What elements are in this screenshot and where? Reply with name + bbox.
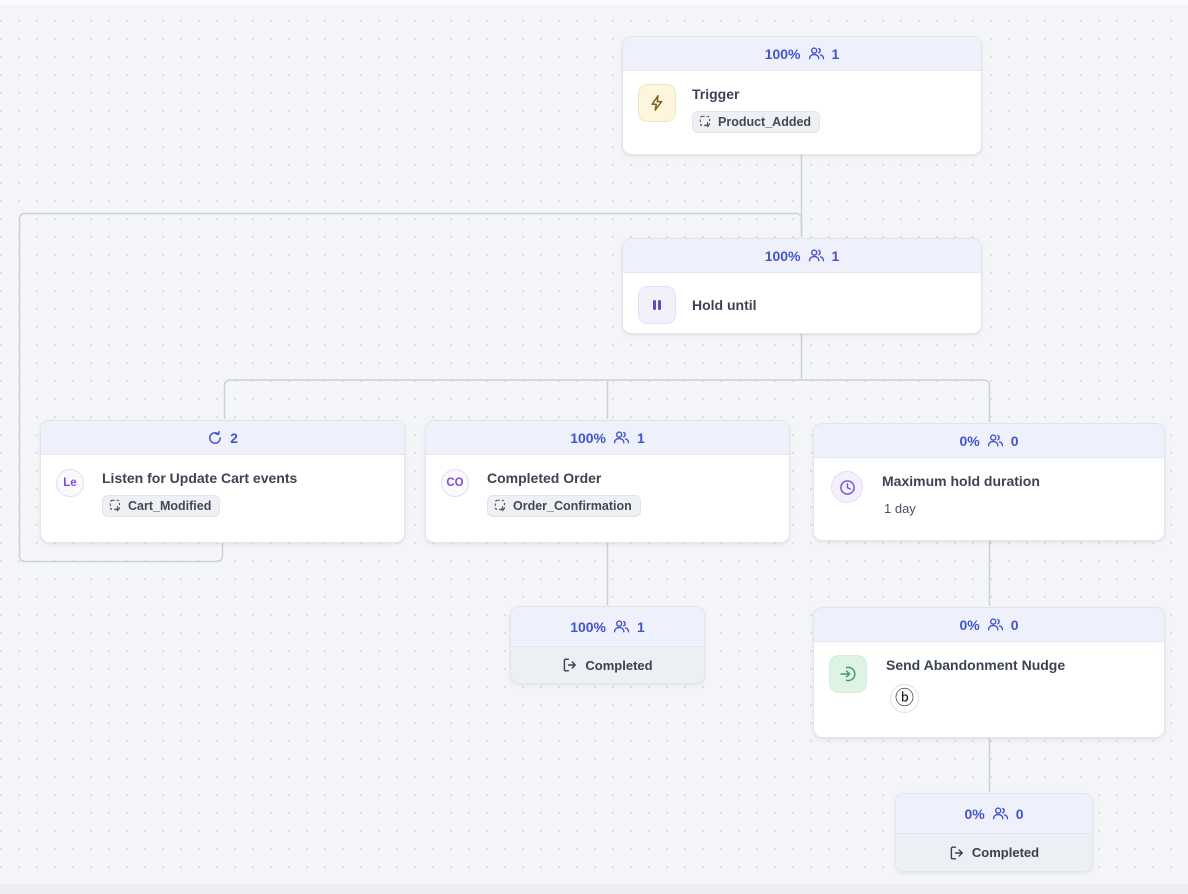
node-maxhold-stats: 0% 0 <box>814 424 1164 458</box>
node-exit-completed-mid[interactable]: 100% 1 Completed <box>510 606 705 684</box>
node-listen-cart-events[interactable]: 2 Le Listen for Update Cart events Cart_… <box>40 420 405 543</box>
node-title: Listen for Update Cart events <box>102 470 297 487</box>
enter-arrow-icon <box>829 655 867 693</box>
dashed-selection-icon <box>699 115 712 128</box>
event-badge: Product_Added <box>692 111 820 133</box>
node-max-hold-duration[interactable]: 0% 0 Maximum hold duration 1 da <box>813 423 1165 541</box>
event-badge: Cart_Modified <box>102 495 220 517</box>
percent-value: 100% <box>765 248 801 264</box>
node-listen-stats: 2 <box>41 421 404 455</box>
count-value: 1 <box>832 46 840 62</box>
event-badge: Order_Confirmation <box>487 495 641 517</box>
node-hold-stats: 100% 1 <box>623 239 981 273</box>
count-value: 0 <box>1011 617 1019 633</box>
percent-value: 0% <box>959 433 979 449</box>
node-completed-order[interactable]: 100% 1 CO Completed Order <box>425 420 790 543</box>
count-value: 0 <box>1016 806 1024 822</box>
node-title: Send Abandonment Nudge <box>886 657 1065 674</box>
percent-value: 100% <box>765 46 801 62</box>
users-icon <box>613 430 630 445</box>
node-title: Completed Order <box>487 470 601 487</box>
count-value: 1 <box>637 430 645 446</box>
node-trigger[interactable]: 100% 1 Trigger <box>622 36 982 155</box>
node-order-stats: 100% 1 <box>426 421 789 455</box>
count-value: 0 <box>1011 433 1019 449</box>
node-send-stats: 0% 0 <box>814 608 1164 642</box>
node-exit-completed-bottom[interactable]: 0% 0 Completed <box>895 793 1093 872</box>
journey-canvas[interactable]: 100% 1 Trigger <box>0 0 1188 894</box>
node-trigger-stats: 100% 1 <box>623 37 981 71</box>
node-title: Hold until <box>692 297 757 314</box>
wire-branch-span <box>225 380 990 422</box>
duration-value: 1 day <box>884 501 916 516</box>
exit-label: Completed <box>585 658 652 673</box>
percent-value: 100% <box>570 430 606 446</box>
canvas-top-edge <box>0 0 1188 5</box>
count-value: 1 <box>637 619 645 635</box>
canvas-bottom-edge <box>0 884 1188 894</box>
users-icon <box>987 617 1004 632</box>
users-icon <box>613 619 630 634</box>
node-hold-until[interactable]: 100% 1 Hold until <box>622 238 982 334</box>
users-icon <box>808 248 825 263</box>
node-send-abandonment-nudge[interactable]: 0% 0 <box>813 607 1165 738</box>
percent-value: 100% <box>570 619 606 635</box>
node-exit-mid-stats: 100% 1 <box>511 607 704 647</box>
lightning-bolt-icon <box>638 84 676 122</box>
avatar: CO <box>441 469 469 497</box>
dashed-selection-icon <box>109 499 122 512</box>
users-icon <box>987 433 1004 448</box>
avatar: Le <box>56 469 84 497</box>
clock-icon <box>831 471 863 503</box>
exit-icon <box>949 845 965 861</box>
percent-value: 0% <box>964 806 984 822</box>
exit-label: Completed <box>972 845 1039 860</box>
node-exit-bottom-stats: 0% 0 <box>896 794 1092 834</box>
pause-icon <box>638 286 676 324</box>
exit-icon <box>562 657 578 673</box>
count-value: 2 <box>230 430 238 446</box>
braze-logo-icon: ⓑ <box>890 684 919 713</box>
count-value: 1 <box>832 248 840 264</box>
users-icon <box>808 46 825 61</box>
users-icon <box>992 806 1009 821</box>
dashed-selection-icon <box>494 499 507 512</box>
node-title: Trigger <box>692 86 739 103</box>
percent-value: 0% <box>959 617 979 633</box>
exit-label-row: Completed <box>896 834 1092 871</box>
exit-label-row: Completed <box>511 647 704 683</box>
refresh-icon <box>207 430 223 446</box>
node-title: Maximum hold duration <box>882 473 1040 490</box>
